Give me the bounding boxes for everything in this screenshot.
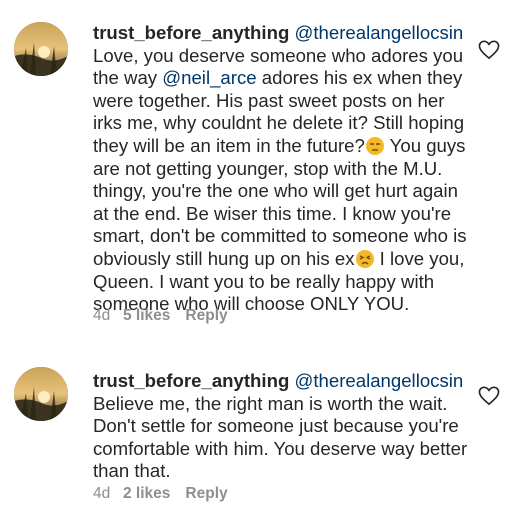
comment-text: trust_before_anything @therealangellocsi… xyxy=(93,370,475,483)
comment-text-part: Believe me, the right man is worth the w… xyxy=(93,392,468,482)
avatar[interactable] xyxy=(14,367,68,421)
reply-button[interactable]: Reply xyxy=(185,485,227,503)
heart-icon[interactable] xyxy=(478,40,500,60)
avatar-image xyxy=(14,22,68,76)
persevering-face-emoji xyxy=(355,249,374,268)
heart-icon[interactable] xyxy=(478,386,500,406)
comment-meta: 4d 2 likes Reply xyxy=(93,485,228,503)
unamused-face-emoji xyxy=(365,136,384,155)
comment-meta: 4d 5 likes Reply xyxy=(93,307,228,325)
inline-mention-link[interactable]: @neil_arce xyxy=(162,67,256,88)
username[interactable]: trust_before_anything xyxy=(93,370,289,391)
comment-timestamp: 4d xyxy=(93,485,111,502)
comment-timestamp: 4d xyxy=(93,307,111,324)
likes-count-link[interactable]: 2 likes xyxy=(123,485,170,503)
likes-count-link[interactable]: 5 likes xyxy=(123,307,170,325)
username[interactable]: trust_before_anything xyxy=(93,22,289,43)
avatar-image xyxy=(14,367,68,421)
comment-text: trust_before_anything @therealangellocsi… xyxy=(93,22,475,316)
mention-link[interactable]: @therealangellocsin xyxy=(294,370,463,391)
mention-link[interactable]: @therealangellocsin xyxy=(294,22,463,43)
avatar[interactable] xyxy=(14,22,68,76)
reply-button[interactable]: Reply xyxy=(185,307,227,325)
